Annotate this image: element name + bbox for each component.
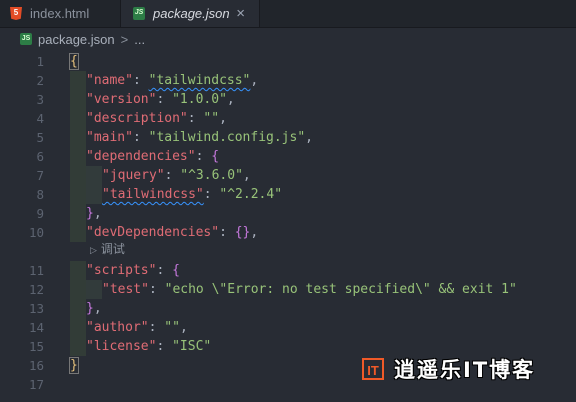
code-text: "dependencies": { xyxy=(70,147,219,166)
code-line: 4 "description": "", xyxy=(0,109,576,128)
line-number: 14 xyxy=(28,320,44,335)
code-line: 10 "devDependencies": {}, xyxy=(0,223,576,242)
line-number: 8 xyxy=(36,187,44,202)
code-line: 11 "scripts": { xyxy=(0,261,576,280)
code-editor[interactable]: 1 { 2 "name": "tailwindcss", 3 "version"… xyxy=(0,50,576,402)
close-icon[interactable]: × xyxy=(236,5,245,22)
line-number: 5 xyxy=(36,130,44,145)
play-icon: ▷ xyxy=(90,245,97,255)
code-text: } xyxy=(69,357,79,374)
code-line: 5 "main": "tailwind.config.js", xyxy=(0,128,576,147)
code-line: 2 "name": "tailwindcss", xyxy=(0,71,576,90)
line-number: 6 xyxy=(36,149,44,164)
line-number: 10 xyxy=(28,225,44,240)
line-number: 9 xyxy=(36,206,44,221)
code-text: "version": "1.0.0", xyxy=(70,90,235,109)
code-text: "jquery": "^3.6.0", xyxy=(70,166,251,185)
watermark-text: 逍遥乐IT博客 xyxy=(394,358,536,382)
code-line: 9 }, xyxy=(0,204,576,223)
code-text: "test": "echo \"Error: no test specified… xyxy=(70,280,517,299)
code-text: { xyxy=(69,53,79,70)
line-number: 13 xyxy=(28,301,44,316)
watermark-logo: IT xyxy=(362,358,384,380)
code-text: }, xyxy=(70,299,102,318)
tab-package-json[interactable]: JS package.json × xyxy=(120,0,260,27)
tab-label: package.json xyxy=(153,6,230,21)
line-number: 4 xyxy=(36,111,44,126)
breadcrumb-more[interactable]: ... xyxy=(134,32,145,47)
nodejs-icon: JS xyxy=(133,7,145,20)
nodejs-icon: JS xyxy=(20,33,32,45)
code-line: 7 "jquery": "^3.6.0", xyxy=(0,166,576,185)
code-text: "tailwindcss": "^2.2.4" xyxy=(70,185,282,204)
code-line: 6 "dependencies": { xyxy=(0,147,576,166)
codelens-label: 调试 xyxy=(100,242,125,256)
tab-label: index.html xyxy=(30,6,90,21)
chevron-right-icon: > xyxy=(120,31,129,47)
line-number: 1 xyxy=(36,54,44,69)
html5-icon: 5 xyxy=(10,7,22,20)
code-line: 12 "test": "echo \"Error: no test specif… xyxy=(0,280,576,299)
line-number: 17 xyxy=(28,377,44,392)
tab-bar: 5 index.html JS package.json × xyxy=(0,0,576,28)
line-number: 15 xyxy=(28,339,44,354)
code-line: 13 }, xyxy=(0,299,576,318)
code-line: 14 "author": "", xyxy=(0,318,576,337)
code-text: "name": "tailwindcss", xyxy=(70,71,258,90)
line-number: 3 xyxy=(36,92,44,107)
code-text: "description": "", xyxy=(70,109,227,128)
code-text: "scripts": { xyxy=(70,261,180,280)
breadcrumb-file[interactable]: package.json xyxy=(38,32,115,47)
debug-codelens[interactable]: ▷ 调试 xyxy=(90,240,125,258)
line-number: 11 xyxy=(28,263,44,278)
code-text: }, xyxy=(70,204,102,223)
line-number: 12 xyxy=(28,282,44,297)
line-number: 7 xyxy=(36,168,44,183)
watermark: IT 逍遥乐IT博客 xyxy=(362,356,535,382)
code-line: 3 "version": "1.0.0", xyxy=(0,90,576,109)
code-text: "license": "ISC" xyxy=(70,337,211,356)
code-text: "author": "", xyxy=(70,318,188,337)
line-number: 16 xyxy=(28,358,44,373)
tab-index-html[interactable]: 5 index.html xyxy=(0,0,120,27)
breadcrumb: JS package.json > ... xyxy=(0,28,576,50)
line-number: 2 xyxy=(36,73,44,88)
code-line: 1 { xyxy=(0,52,576,71)
code-text: "main": "tailwind.config.js", xyxy=(70,128,313,147)
code-line: 8 "tailwindcss": "^2.2.4" xyxy=(0,185,576,204)
